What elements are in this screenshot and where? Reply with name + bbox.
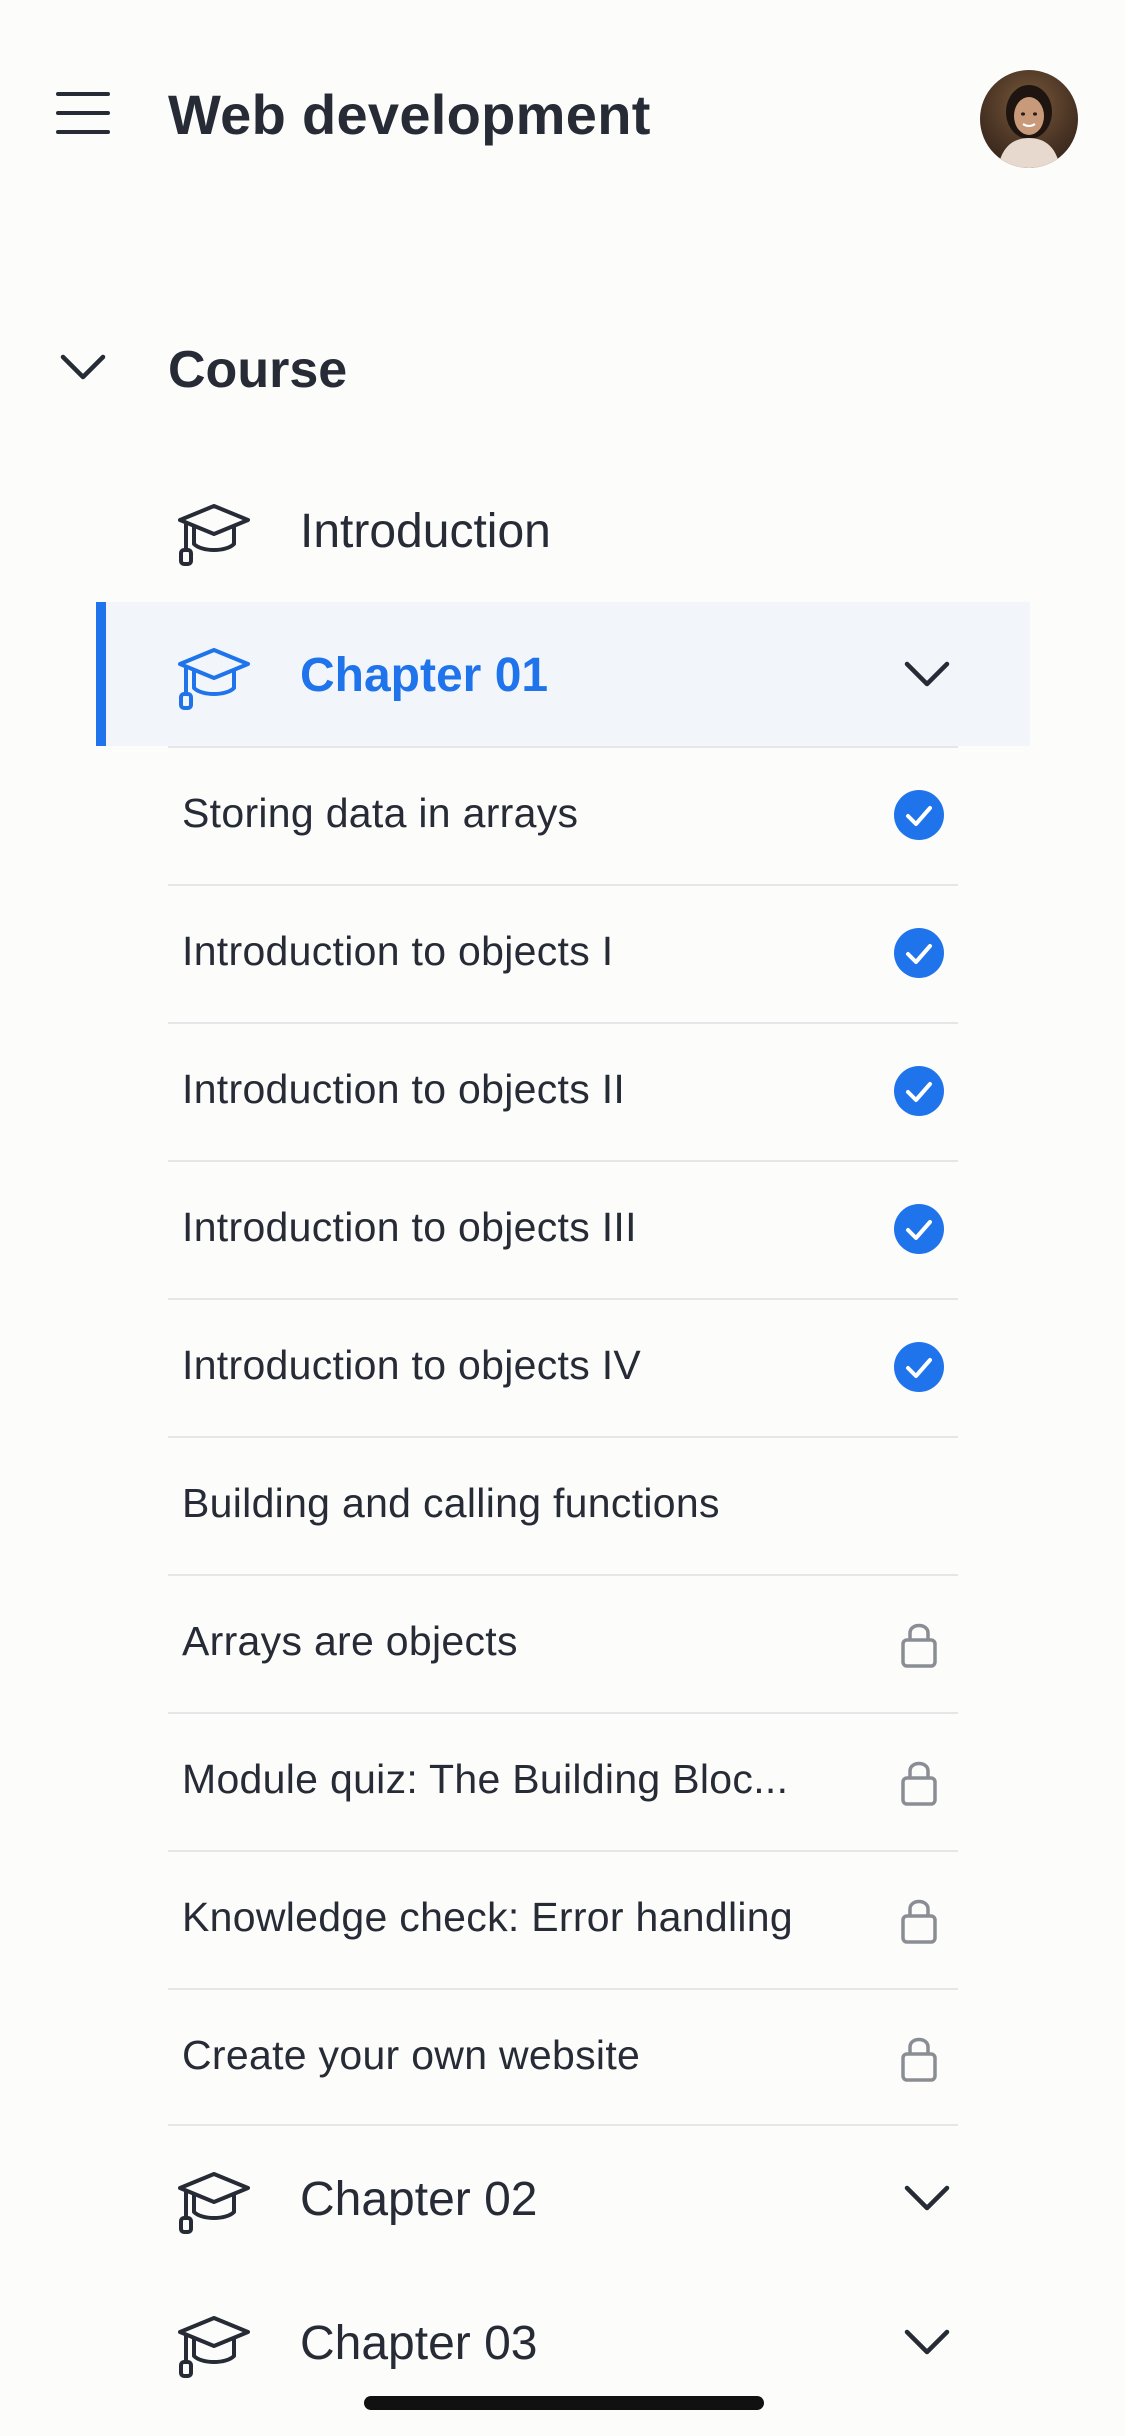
lesson-item[interactable]: Arrays are objects — [168, 1574, 958, 1712]
lock-icon — [901, 1899, 937, 1944]
lesson-item[interactable]: Create your own website — [168, 1988, 958, 2126]
lesson-item[interactable]: Module quiz: The Building Bloc... — [168, 1712, 958, 1850]
menu-button[interactable] — [56, 90, 112, 136]
nav-item-label: Chapter 01 — [300, 649, 549, 702]
lesson-item[interactable]: Introduction to objects III — [168, 1160, 958, 1298]
lesson-item[interactable]: Introduction to objects I — [168, 884, 958, 1022]
lesson-title: Building and calling functions — [182, 1480, 720, 1526]
lesson-item[interactable]: Storing data in arrays — [168, 746, 958, 884]
course-section-toggle[interactable]: Course — [0, 320, 1125, 410]
check-circle-icon — [894, 1342, 944, 1392]
avatar[interactable] — [980, 70, 1078, 168]
nav-item-introduction[interactable]: Introduction — [96, 458, 1030, 602]
lesson-title: Arrays are objects — [182, 1618, 518, 1664]
lesson-item[interactable]: Building and calling functions — [168, 1436, 958, 1574]
graduation-cap-icon — [178, 504, 250, 566]
lesson-title: Storing data in arrays — [182, 790, 579, 836]
app-header: Web development — [0, 0, 1125, 230]
lesson-list: Storing data in arrays Introduction to o… — [168, 746, 958, 2126]
chevron-down-icon[interactable] — [902, 2322, 952, 2362]
check-circle-icon — [894, 1066, 944, 1116]
nav-item-chapter-03[interactable]: Chapter 03 — [96, 2270, 1030, 2414]
graduation-cap-icon — [178, 2172, 250, 2234]
check-circle-icon — [894, 1204, 944, 1254]
graduation-cap-icon — [178, 2316, 250, 2378]
chevron-down-icon — [60, 354, 106, 380]
menu-bar-middle — [56, 111, 110, 115]
lesson-title: Introduction to objects II — [182, 1066, 626, 1112]
graduation-cap-icon — [178, 648, 250, 710]
menu-bar-top — [56, 92, 110, 96]
lock-icon — [901, 1761, 937, 1806]
lesson-title: Module quiz: The Building Bloc... — [182, 1756, 789, 1802]
lesson-item[interactable]: Introduction to objects IV — [168, 1298, 958, 1436]
nav-item-label: Chapter 02 — [300, 2173, 538, 2226]
nav-item-chapter-01[interactable]: Chapter 01 — [96, 602, 1030, 746]
nav-item-chapter-02[interactable]: Chapter 02 — [96, 2126, 1030, 2270]
lock-icon — [901, 1623, 937, 1668]
lesson-item[interactable]: Introduction to objects II — [168, 1022, 958, 1160]
chevron-down-icon[interactable] — [902, 2178, 952, 2218]
check-circle-icon — [894, 790, 944, 840]
avatar-image — [998, 85, 1060, 168]
nav-item-label: Chapter 03 — [300, 2317, 538, 2370]
course-label: Course — [168, 341, 348, 399]
lesson-item[interactable]: Knowledge check: Error handling — [168, 1850, 958, 1988]
chevron-down-icon[interactable] — [902, 654, 952, 694]
menu-bar-bottom — [56, 130, 110, 134]
lesson-title: Introduction to objects III — [182, 1204, 637, 1250]
lesson-title: Knowledge check: Error handling — [182, 1894, 793, 1940]
check-circle-icon — [894, 928, 944, 978]
page-title: Web development — [168, 83, 651, 146]
home-indicator[interactable] — [364, 2396, 764, 2410]
lesson-title: Create your own website — [182, 2032, 641, 2078]
lesson-title: Introduction to objects I — [182, 928, 614, 974]
lock-icon — [901, 2037, 937, 2082]
lesson-title: Introduction to objects IV — [182, 1342, 642, 1388]
nav-item-label: Introduction — [300, 505, 551, 558]
